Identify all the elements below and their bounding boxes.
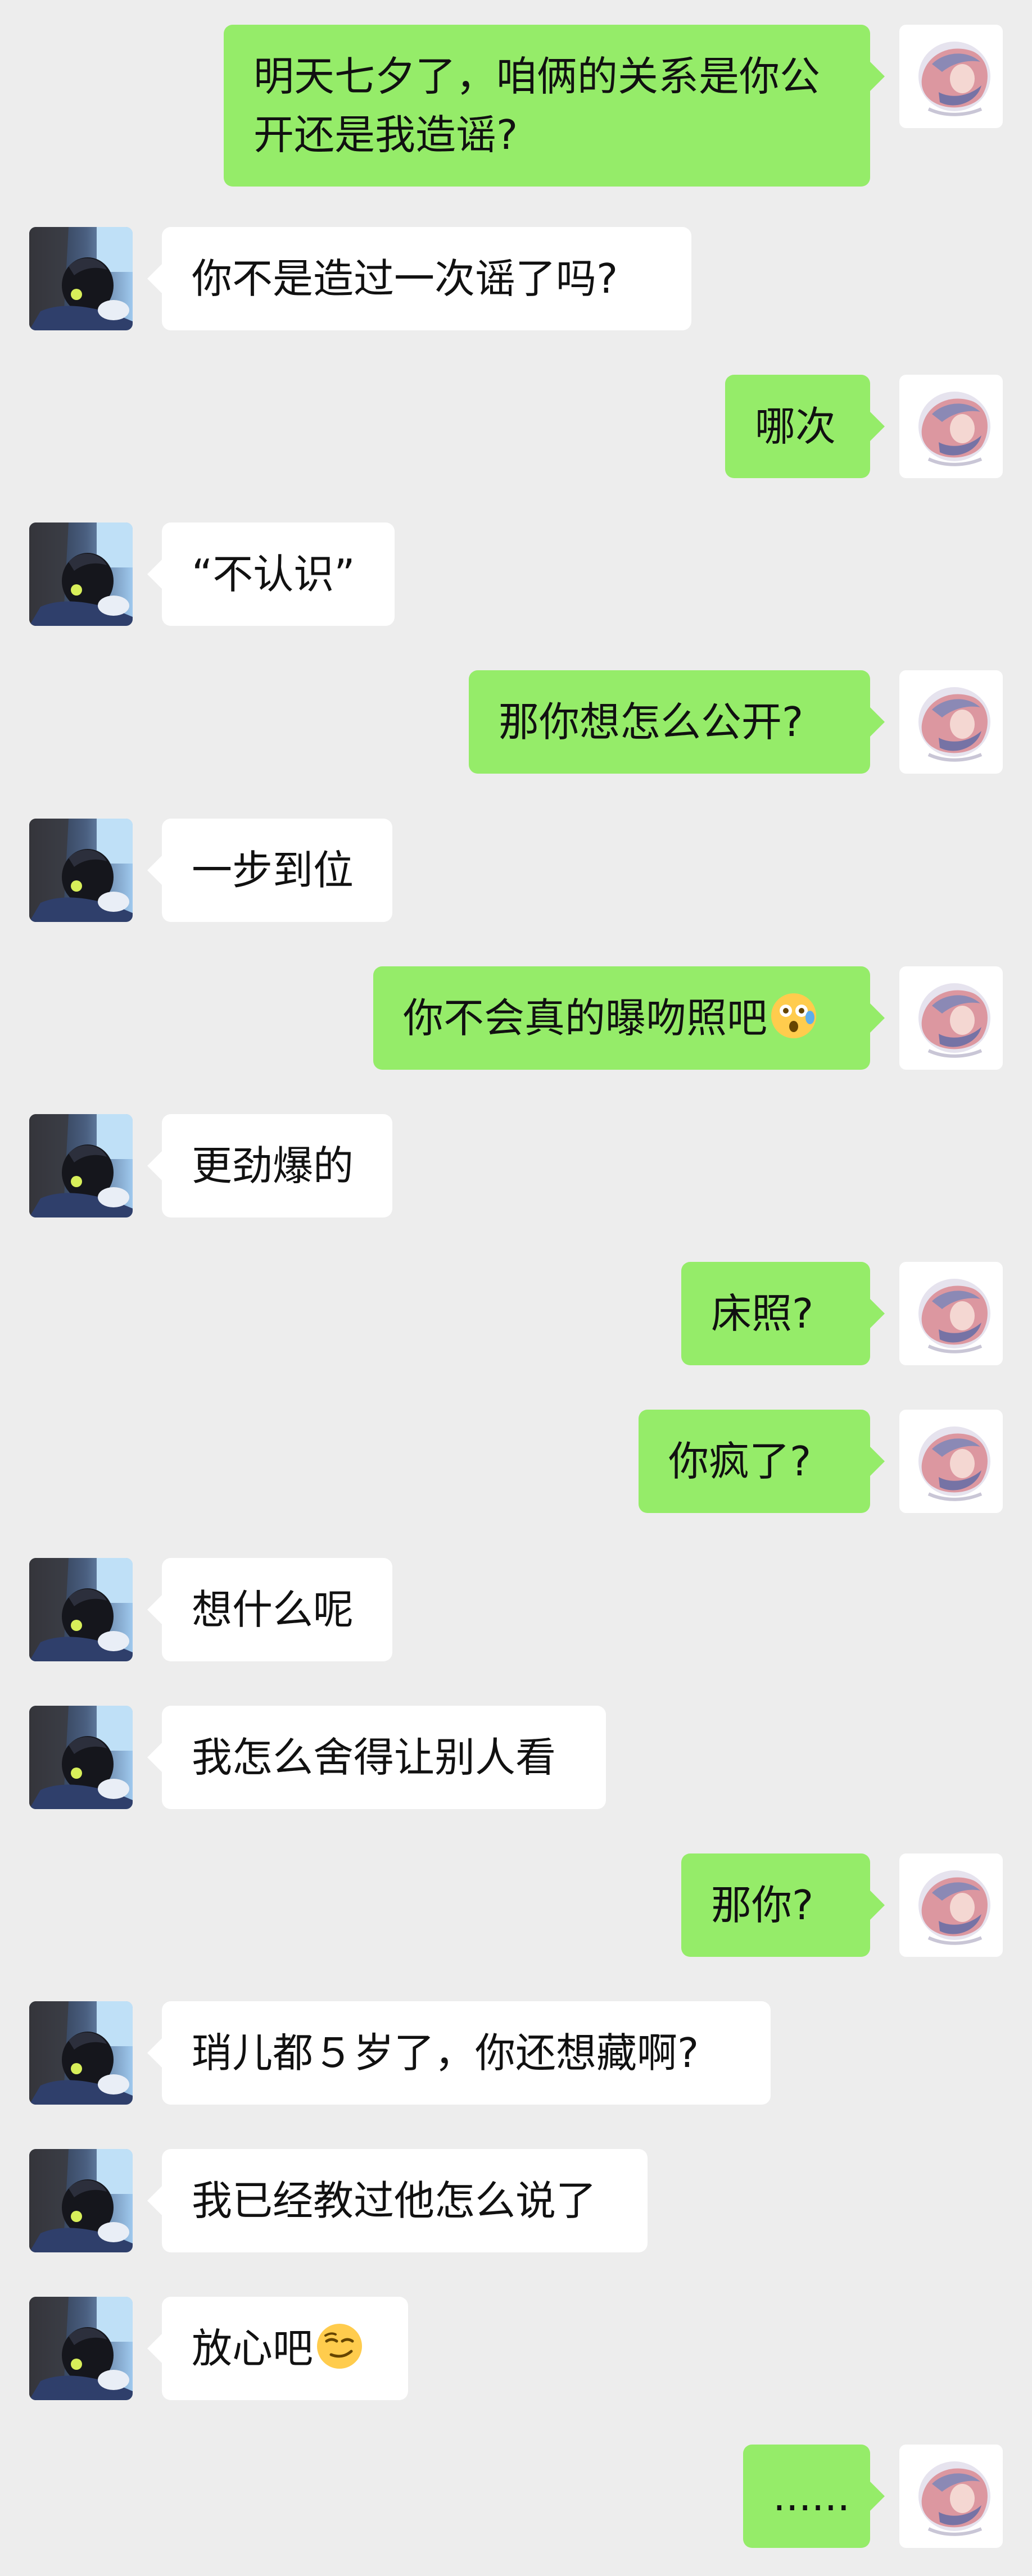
sent-message-bubble[interactable]: 那你?	[681, 1853, 885, 1957]
message-text: 琑儿都５岁了，你还想藏啊?	[192, 2029, 699, 2077]
sent-message-row: 哪次	[0, 375, 1032, 478]
sent-message-row: 那你想怎么公开?	[0, 670, 1032, 774]
contact-avatar[interactable]	[29, 1114, 133, 1217]
character-photo-avatar-image	[29, 227, 133, 330]
character-photo-avatar-image	[29, 1706, 133, 1809]
anime-girl-avatar-image	[899, 1853, 1003, 1957]
contact-avatar[interactable]	[29, 2001, 133, 2105]
received-message-bubble[interactable]: 更劲爆的	[147, 1114, 392, 1217]
self-avatar[interactable]	[899, 1410, 1003, 1513]
astonished-face-icon	[770, 992, 818, 1040]
smirking-face-icon	[315, 2322, 364, 2370]
self-avatar[interactable]	[899, 375, 1003, 478]
received-message-row: “不认识”	[0, 523, 1032, 626]
received-message-row: 我已经教过他怎么说了	[0, 2149, 1032, 2252]
received-message-row: 我怎么舍得让别人看	[0, 1706, 1032, 1809]
received-message-row: 放心吧	[0, 2297, 1032, 2400]
anime-girl-avatar-image	[899, 966, 1003, 1070]
message-text: 那你?	[711, 1882, 814, 1929]
anime-girl-avatar-image	[899, 2445, 1003, 2548]
anime-girl-avatar-image	[899, 375, 1003, 478]
received-message-bubble[interactable]: 一步到位	[147, 819, 392, 922]
message-text: 床照?	[711, 1290, 814, 1337]
message-text: 一步到位	[192, 847, 354, 894]
chat-message-list[interactable]: 明天七夕了，咱俩的关系是你公 开还是我造谣? 你不是造过一次谣了吗? 哪次 “不认识”…	[0, 0, 1032, 2576]
message-text: 更劲爆的	[192, 1142, 354, 1189]
self-avatar[interactable]	[899, 1853, 1003, 1957]
sent-message-bubble[interactable]: ......	[743, 2445, 885, 2548]
message-text: 我怎么舍得让别人看	[192, 1734, 556, 1781]
message-text: 放心吧	[192, 2325, 314, 2372]
self-avatar[interactable]	[899, 2445, 1003, 2548]
message-text: 哪次	[755, 403, 836, 450]
sent-message-bubble[interactable]: 明天七夕了，咱俩的关系是你公 开还是我造谣?	[224, 25, 885, 187]
sent-message-row: 明天七夕了，咱俩的关系是你公 开还是我造谣?	[0, 25, 1032, 187]
self-avatar[interactable]	[899, 966, 1003, 1070]
message-text: 你不是造过一次谣了吗?	[192, 255, 618, 302]
self-avatar[interactable]	[899, 670, 1003, 774]
character-photo-avatar-image	[29, 2001, 133, 2105]
character-photo-avatar-image	[29, 2149, 133, 2252]
character-photo-avatar-image	[29, 1558, 133, 1661]
sent-message-bubble[interactable]: 床照?	[681, 1262, 885, 1365]
received-message-bubble[interactable]: 琑儿都５岁了，你还想藏啊?	[147, 2001, 771, 2105]
message-text: 你疯了?	[668, 1438, 812, 1485]
sent-message-bubble[interactable]: 你疯了?	[639, 1410, 885, 1513]
received-message-row: 一步到位	[0, 819, 1032, 922]
contact-avatar[interactable]	[29, 819, 133, 922]
contact-avatar[interactable]	[29, 1706, 133, 1809]
contact-avatar[interactable]	[29, 2297, 133, 2400]
sent-message-row: 你不会真的曝吻照吧	[0, 966, 1032, 1070]
self-avatar[interactable]	[899, 1262, 1003, 1365]
received-message-bubble[interactable]: 你不是造过一次谣了吗?	[147, 227, 691, 330]
character-photo-avatar-image	[29, 1114, 133, 1217]
message-text: ......	[773, 2473, 850, 2520]
received-message-bubble[interactable]: 我怎么舍得让别人看	[147, 1706, 606, 1809]
sent-message-row: 你疯了?	[0, 1410, 1032, 1513]
sent-message-row: ......	[0, 2445, 1032, 2548]
received-message-bubble[interactable]: “不认识”	[147, 523, 395, 626]
contact-avatar[interactable]	[29, 1558, 133, 1661]
received-message-row: 你不是造过一次谣了吗?	[0, 227, 1032, 330]
sent-message-bubble[interactable]: 哪次	[725, 375, 885, 478]
message-text: 我已经教过他怎么说了	[192, 2177, 597, 2224]
sent-message-row: 那你?	[0, 1853, 1032, 1957]
sent-message-bubble[interactable]: 那你想怎么公开?	[469, 670, 885, 774]
self-avatar[interactable]	[899, 25, 1003, 128]
anime-girl-avatar-image	[899, 1410, 1003, 1513]
received-message-row: 琑儿都５岁了，你还想藏啊?	[0, 2001, 1032, 2105]
received-message-bubble[interactable]: 想什么呢	[147, 1558, 392, 1661]
sent-message-row: 床照?	[0, 1262, 1032, 1365]
received-message-bubble[interactable]: 放心吧	[147, 2297, 408, 2400]
message-text: 那你想怎么公开?	[499, 698, 804, 746]
anime-girl-avatar-image	[899, 1262, 1003, 1365]
anime-girl-avatar-image	[899, 25, 1003, 128]
anime-girl-avatar-image	[899, 670, 1003, 774]
contact-avatar[interactable]	[29, 523, 133, 626]
received-message-row: 想什么呢	[0, 1558, 1032, 1661]
sent-message-bubble[interactable]: 你不会真的曝吻照吧	[373, 966, 885, 1070]
contact-avatar[interactable]	[29, 227, 133, 330]
character-photo-avatar-image	[29, 523, 133, 626]
message-text: 想什么呢	[192, 1586, 354, 1633]
character-photo-avatar-image	[29, 2297, 133, 2400]
message-text: “不认识”	[192, 551, 355, 598]
received-message-bubble[interactable]: 我已经教过他怎么说了	[147, 2149, 648, 2252]
message-text: 明天七夕了，咱俩的关系是你公 开还是我造谣?	[254, 53, 821, 158]
character-photo-avatar-image	[29, 819, 133, 922]
contact-avatar[interactable]	[29, 2149, 133, 2252]
message-text: 你不会真的曝吻照吧	[403, 994, 768, 1042]
received-message-row: 更劲爆的	[0, 1114, 1032, 1217]
